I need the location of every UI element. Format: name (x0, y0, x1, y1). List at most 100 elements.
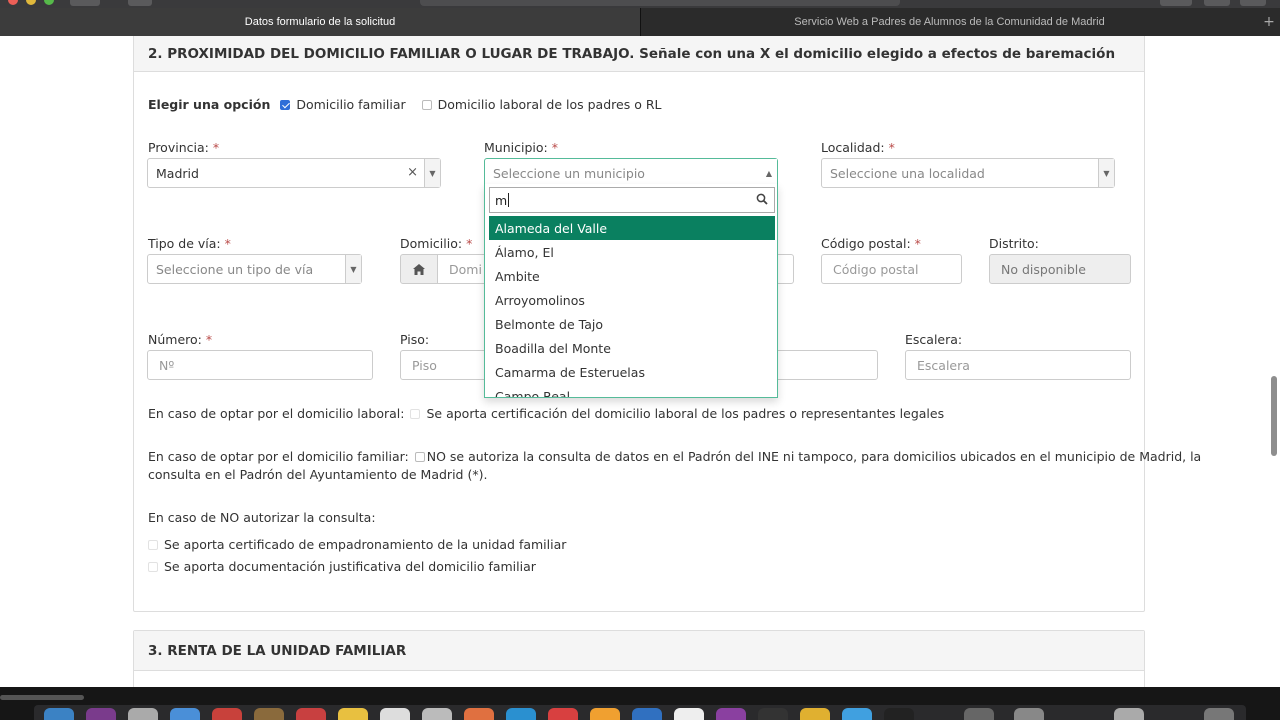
chevron-down-icon[interactable]: ▼ (345, 255, 361, 283)
domicilio-familiar-label: Domicilio familiar (296, 97, 406, 112)
domicilio-laboral-checkbox[interactable] (421, 100, 432, 110)
trash-icon[interactable] (1204, 708, 1234, 720)
horizontal-scrollbar[interactable] (0, 695, 84, 700)
app-icon[interactable] (422, 708, 452, 720)
documentacion-option: Se aporta documentación justificativa de… (148, 559, 536, 574)
option-label: Elegir una opción (148, 97, 271, 112)
app-icon[interactable] (590, 708, 620, 720)
page-scrollbar[interactable] (1271, 376, 1277, 456)
sidebar-toggle-button[interactable] (128, 0, 152, 6)
app-icon[interactable] (964, 708, 994, 720)
app-icon[interactable] (464, 708, 494, 720)
tabs-overview-button[interactable] (1240, 0, 1266, 6)
app-icon[interactable] (674, 708, 704, 720)
municipio-option[interactable]: Álamo, El (489, 240, 775, 264)
municipio-option[interactable]: Camarma de Esteruelas (489, 360, 775, 384)
localidad-placeholder: Seleccione una localidad (830, 165, 985, 181)
page-content: 2. PROXIMIDAD DEL DOMICILIO FAMILIAR O L… (0, 36, 1280, 687)
domicilio-familiar-checkbox[interactable] (280, 100, 291, 110)
app-icon[interactable] (296, 708, 326, 720)
domicilio-laboral-label: Domicilio laboral de los padres o RL (437, 97, 662, 112)
provincia-label: Provincia: * (148, 140, 220, 155)
municipio-placeholder: Seleccione un municipio (493, 165, 645, 181)
municipio-option[interactable]: Ambite (489, 264, 775, 288)
calendar-icon[interactable] (212, 708, 242, 720)
numero-input[interactable]: Nº (147, 350, 373, 380)
extension-button[interactable] (1160, 0, 1192, 6)
minimize-window-button[interactable] (26, 0, 36, 5)
option-row: Elegir una opción Domicilio familiar Dom… (148, 97, 661, 112)
codigo-postal-label: Código postal: * (821, 236, 921, 251)
municipio-options-list: Alameda del Valle Álamo, El Ambite Arroy… (489, 216, 775, 398)
app-icon[interactable] (128, 708, 158, 720)
municipio-option[interactable]: Boadilla del Monte (489, 336, 775, 360)
domicilio-label: Domicilio: * (400, 236, 473, 251)
laboral-cert-checkbox[interactable] (410, 409, 421, 419)
chevron-down-icon[interactable]: ▼ (424, 159, 440, 187)
tipo-via-select[interactable]: Seleccione un tipo de vía ▼ (147, 254, 362, 284)
app-icon[interactable] (632, 708, 662, 720)
escalera-input[interactable]: Escalera (905, 350, 1131, 380)
familiar-prefix: En caso de optar por el domicilio famili… (148, 449, 409, 464)
app-icon[interactable] (758, 708, 788, 720)
zoom-window-button[interactable] (44, 0, 54, 5)
tab-servicio-web[interactable]: Servicio Web a Padres de Alumnos de la C… (640, 8, 1258, 36)
distrito-input: No disponible (989, 254, 1131, 284)
no-autorizar-heading: En caso de NO autorizar la consulta: (148, 510, 376, 525)
browser-toolbar (0, 0, 1280, 8)
app-icon[interactable] (1014, 708, 1044, 720)
app-icon[interactable] (842, 708, 872, 720)
municipio-option[interactable]: Arroyomolinos (489, 288, 775, 312)
finder-icon[interactable] (44, 708, 74, 720)
numero-label: Número: * (148, 332, 213, 347)
app-icon[interactable] (254, 708, 284, 720)
tab-bar: Datos formulario de la solicitud Servici… (0, 8, 1280, 36)
home-icon (400, 254, 438, 284)
app-icon[interactable] (86, 708, 116, 720)
tipo-via-label: Tipo de vía: * (148, 236, 231, 251)
piso-label: Piso: (400, 332, 430, 347)
municipio-label: Municipio: * (484, 140, 558, 155)
app-icon[interactable] (548, 708, 578, 720)
no-autoriza-checkbox[interactable] (414, 452, 425, 462)
app-icon[interactable] (716, 708, 746, 720)
notes-icon[interactable] (338, 708, 368, 720)
new-tab-button[interactable]: + (1258, 8, 1280, 36)
chevron-down-icon[interactable]: ▼ (1098, 159, 1114, 187)
close-window-button[interactable] (8, 0, 18, 5)
empadronamiento-option: Se aporta certificado de empadronamiento… (148, 537, 566, 552)
app-icon[interactable] (800, 708, 830, 720)
section-3-panel: 3. RENTA DE LA UNIDAD FAMILIAR (133, 630, 1145, 687)
tab-datos-formulario[interactable]: Datos formulario de la solicitud (0, 8, 640, 36)
app-icon[interactable] (884, 708, 914, 720)
safari-icon[interactable] (170, 708, 200, 720)
empadronamiento-checkbox[interactable] (148, 540, 158, 550)
municipio-option[interactable]: Belmonte de Tajo (489, 312, 775, 336)
dock-area (0, 687, 1280, 720)
municipio-search-input[interactable]: m (489, 187, 775, 213)
back-button[interactable] (70, 0, 100, 6)
provincia-select[interactable]: Madrid × ▼ (147, 158, 441, 188)
url-bar[interactable] (420, 0, 900, 6)
codigo-postal-input[interactable]: Código postal (821, 254, 962, 284)
municipio-option[interactable]: Alameda del Valle (489, 216, 775, 240)
familiar-line: En caso de optar por el domicilio famili… (148, 449, 1201, 464)
search-icon (756, 193, 768, 208)
provincia-value: Madrid (156, 165, 199, 181)
no-autoriza-label-cont: consulta en el Padrón del Ayuntamiento d… (148, 467, 488, 482)
chevron-up-icon[interactable]: ▲ (761, 159, 777, 187)
app-icon[interactable] (506, 708, 536, 720)
laboral-cert-label: Se aporta certificación del domicilio la… (426, 406, 945, 421)
laboral-line: En caso de optar por el domicilio labora… (148, 406, 944, 421)
tipo-via-placeholder: Seleccione un tipo de vía (156, 261, 314, 277)
municipio-option[interactable]: Campo Real (489, 384, 775, 398)
documentacion-checkbox[interactable] (148, 562, 158, 572)
share-button[interactable] (1204, 0, 1230, 6)
app-icon[interactable] (380, 708, 410, 720)
dock (34, 705, 1246, 720)
no-autoriza-label: NO se autoriza la consulta de datos en e… (426, 449, 1202, 464)
escalera-label: Escalera: (905, 332, 963, 347)
localidad-select[interactable]: Seleccione una localidad ▼ (821, 158, 1115, 188)
app-icon[interactable] (1114, 708, 1144, 720)
clear-icon[interactable]: × (407, 165, 418, 180)
